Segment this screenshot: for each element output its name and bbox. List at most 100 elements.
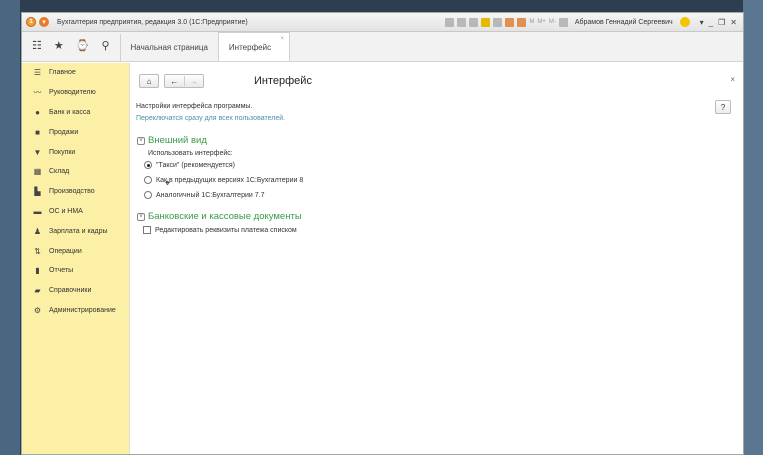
print-icon[interactable] bbox=[445, 17, 455, 27]
history-clock-icon[interactable]: ⌚ bbox=[76, 39, 90, 52]
truck-icon: ▬ bbox=[33, 206, 42, 216]
radio-button-selected[interactable] bbox=[144, 161, 152, 169]
person-icon: ♟ bbox=[33, 226, 42, 236]
search-icon[interactable]: ⚲ bbox=[101, 39, 109, 52]
tab-home-label: Начальная страница bbox=[130, 43, 208, 52]
checkbox[interactable] bbox=[143, 226, 151, 234]
sidebar-item-label: Администрирование bbox=[49, 306, 116, 314]
sections-menu-icon[interactable]: ☷ bbox=[32, 39, 42, 52]
checkbox-payment-list[interactable]: Редактировать реквизиты платежа списком bbox=[143, 226, 297, 234]
factory-icon: ▙ bbox=[34, 187, 41, 197]
main-menu-icon[interactable]: ▾ bbox=[39, 17, 49, 27]
memory-m-button[interactable]: M bbox=[529, 19, 534, 25]
calendar-icon[interactable] bbox=[505, 17, 515, 27]
sidebar-item-label: Руководителю bbox=[49, 89, 96, 97]
sidebar-item-salary[interactable]: ♟ Зарплата и кадры bbox=[22, 221, 129, 241]
radio-previous-label: Как в предыдущих версиях 1С:Бухгалтерии … bbox=[156, 176, 304, 184]
collapse-icon[interactable]: ˅ bbox=[137, 212, 145, 221]
sidebar-item-label: Отчеты bbox=[49, 267, 74, 275]
navigation-bar: ☷ ★ ⌚ ⚲ Начальная страница Интерфейс × bbox=[22, 32, 743, 62]
restore-icon[interactable]: ❐ bbox=[718, 18, 725, 27]
app-logo-icon[interactable]: 1 bbox=[26, 17, 36, 27]
interface-label: Использовать интерфейс: bbox=[148, 150, 233, 157]
minimize-icon[interactable]: _ bbox=[709, 18, 713, 27]
title-toolbar: M M+ M- Абрамов Геннадий Сергеевич bbox=[445, 17, 690, 27]
calculator-icon[interactable] bbox=[517, 17, 527, 27]
sidebar-item-production[interactable]: ▙ Производство bbox=[22, 182, 129, 202]
back-arrow-icon[interactable]: ← bbox=[165, 77, 184, 86]
sidebar-item-warehouse[interactable]: ▦ Склад bbox=[22, 162, 129, 182]
user-icon bbox=[558, 17, 568, 27]
memory-plus-button[interactable]: M+ bbox=[537, 19, 546, 25]
sidebar-item-sales[interactable]: ■ Продажи bbox=[22, 122, 129, 142]
radio-button[interactable] bbox=[144, 176, 152, 184]
bag-icon: ■ bbox=[35, 127, 40, 137]
radio-taxi[interactable]: "Такси" (рекомендуется) bbox=[144, 161, 235, 169]
favorites-icon[interactable] bbox=[481, 17, 491, 27]
cart-icon: ▼ bbox=[33, 147, 42, 157]
sidebar-item-fixed-assets[interactable]: ▬ ОС и НМА bbox=[22, 202, 129, 222]
save-icon[interactable] bbox=[457, 17, 467, 27]
sidebar-item-reports[interactable]: ▮ Отчеты bbox=[22, 261, 129, 281]
gear-icon: ⚙ bbox=[33, 305, 42, 315]
radio-button[interactable] bbox=[144, 191, 152, 199]
tab-close-icon[interactable]: × bbox=[281, 36, 285, 42]
window-title: Бухгалтерия предприятия, редакция 3.0 (1… bbox=[57, 18, 248, 26]
sidebar-item-catalogs[interactable]: ▰ Справочники bbox=[22, 281, 129, 301]
page-title: Интерфейс bbox=[254, 75, 312, 87]
sidebar-item-label: Главное bbox=[49, 69, 76, 77]
find-icon[interactable] bbox=[469, 17, 479, 27]
sidebar-item-label: Справочники bbox=[49, 287, 92, 295]
chart-line-icon: 〰 bbox=[33, 88, 42, 98]
radio-77-label: Аналогичный 1С:Бухгалтерии 7.7 bbox=[156, 191, 265, 199]
sidebar-item-label: Банк и касса bbox=[49, 108, 91, 116]
sidebar-item-label: Продажи bbox=[49, 128, 79, 136]
favorites-star-icon[interactable]: ★ bbox=[54, 39, 64, 52]
group-appearance[interactable]: ˅ Внешний вид bbox=[137, 135, 207, 146]
more-icon[interactable]: ▾ bbox=[700, 18, 704, 27]
mouse-cursor-icon: ⌖ bbox=[165, 178, 171, 188]
sidebar-item-label: Производство bbox=[49, 188, 95, 196]
nav-buttons: ← → bbox=[164, 74, 204, 88]
sidebar-item-bank[interactable]: ● Банк и касса bbox=[22, 103, 129, 123]
sidebar-item-administration[interactable]: ⚙ Администрирование bbox=[22, 301, 129, 321]
sidebar-item-manager[interactable]: 〰 Руководителю bbox=[22, 83, 129, 103]
tab-home[interactable]: Начальная страница bbox=[119, 34, 218, 61]
checkbox-payment-list-label: Редактировать реквизиты платежа списком bbox=[155, 226, 297, 234]
memory-minus-button[interactable]: M- bbox=[549, 19, 556, 25]
desktop-background-right bbox=[743, 0, 763, 455]
close-icon[interactable]: ✕ bbox=[730, 18, 737, 27]
title-bar: 1 ▾ Бухгалтерия предприятия, редакция 3.… bbox=[22, 13, 743, 32]
current-user[interactable]: Абрамов Геннадий Сергеевич bbox=[575, 19, 673, 26]
home-icon: ⌂ bbox=[146, 76, 152, 86]
menu-icon: ☰ bbox=[33, 68, 42, 78]
app-window: 1 ▾ Бухгалтерия предприятия, редакция 3.… bbox=[21, 12, 744, 455]
desktop-background-left bbox=[0, 0, 20, 455]
sidebar-item-main[interactable]: ☰ Главное bbox=[22, 63, 129, 83]
info-icon[interactable] bbox=[679, 17, 690, 27]
bar-chart-icon: ▮ bbox=[35, 266, 40, 276]
forward-arrow-icon[interactable]: → bbox=[185, 77, 204, 86]
help-button[interactable]: ? bbox=[715, 100, 731, 114]
window-controls: ▾ _ ❐ ✕ bbox=[700, 18, 737, 27]
radio-77[interactable]: Аналогичный 1С:Бухгалтерии 7.7 bbox=[144, 191, 264, 199]
tab-interface-label: Интерфейс bbox=[228, 42, 272, 52]
coin-icon: ● bbox=[35, 107, 40, 117]
sidebar-item-label: Покупки bbox=[49, 148, 76, 156]
sidebar-item-operations[interactable]: ⇅ Операции bbox=[22, 241, 129, 261]
sidebar-item-purchases[interactable]: ▼ Покупки bbox=[22, 142, 129, 162]
sidebar-item-label: ОС и НМА bbox=[49, 207, 83, 215]
form-close-icon[interactable]: × bbox=[730, 75, 735, 84]
collapse-icon[interactable]: ˅ bbox=[137, 136, 145, 145]
settings-note: Переключатся сразу для всех пользователе… bbox=[136, 115, 286, 122]
tab-interface[interactable]: Интерфейс × bbox=[217, 32, 291, 61]
home-button[interactable]: ⌂ bbox=[139, 74, 159, 88]
sidebar-item-label: Операции bbox=[49, 247, 82, 255]
group-bank-documents[interactable]: ˅ Банковские и кассовые документы bbox=[137, 211, 302, 222]
nav-icons: ☷ ★ ⌚ ⚲ bbox=[22, 39, 120, 61]
radio-taxi-label: "Такси" (рекомендуется) bbox=[156, 161, 235, 169]
sidebar-item-label: Склад bbox=[49, 168, 70, 176]
history-icon[interactable] bbox=[493, 17, 503, 27]
group-appearance-title: Внешний вид bbox=[148, 135, 207, 146]
settings-description: Настройки интерфейса программы. bbox=[136, 103, 253, 110]
